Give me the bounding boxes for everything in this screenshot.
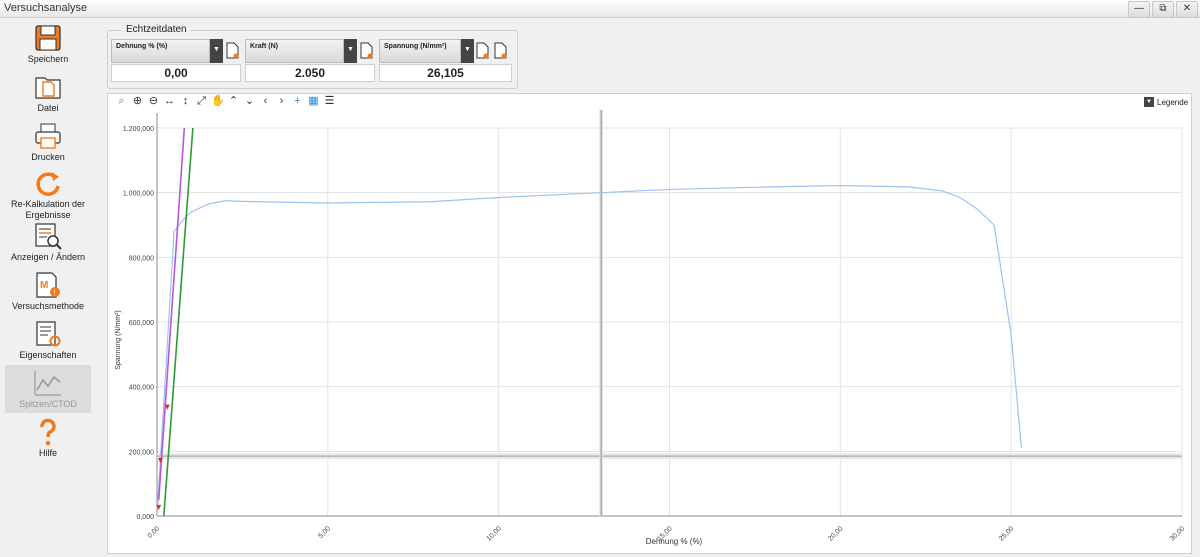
document-icon[interactable] <box>476 42 489 59</box>
save-icon <box>35 25 61 51</box>
sidebar-item-label: Hilfe <box>38 448 57 458</box>
x-axis-label: Dehnung % (%) <box>646 537 703 546</box>
zoom-in-icon[interactable]: ⊕ <box>131 95 144 108</box>
sidebar-item-label: Datei <box>37 103 59 113</box>
pan-icon[interactable]: ✋ <box>211 95 225 108</box>
recalc-icon <box>36 172 60 196</box>
zoom-out-icon[interactable]: ⊖ <box>147 95 160 108</box>
view-edit-icon <box>35 223 62 250</box>
help-icon <box>40 418 56 446</box>
scroll-left-icon[interactable]: ‹ <box>259 95 272 108</box>
legend-label: Legende <box>1157 97 1189 107</box>
crosshair-icon[interactable]: + <box>291 95 304 108</box>
y-tick-label: 400,000 <box>129 385 154 392</box>
document-icon[interactable] <box>360 42 373 59</box>
x-tick-label: 0,00 <box>147 525 162 540</box>
meter-dropdown-button[interactable]: ▼ <box>461 39 474 63</box>
zoom-icon[interactable]: ⌕ <box>115 95 128 108</box>
svg-text:M: M <box>40 280 48 291</box>
stress-strain-chart[interactable]: 0,00 5,00 10,00 15,00 20,00 25,00 30,000,00020… <box>107 110 1189 550</box>
file-icon <box>35 77 61 99</box>
svg-text:!: ! <box>54 289 56 298</box>
scroll-down-icon[interactable]: ⌄ <box>243 95 256 108</box>
meter-label: Spannung (N/mm²) <box>379 39 461 63</box>
y-tick-label: 600,000 <box>129 320 154 327</box>
minimize-button[interactable]: — <box>1128 1 1150 18</box>
list-icon[interactable]: ☰ <box>323 95 336 108</box>
meter-label: Dehnung % (%) <box>111 39 210 63</box>
sidebar-item-label: Spitzen/CTOD <box>19 399 77 409</box>
sidebar-item-spitzen-ctod[interactable]: Spitzen/CTOD <box>5 365 91 413</box>
sidebar: Speichern Datei Drucken Re-Kalkulation d… <box>0 18 96 557</box>
x-tick-label: 20,00 <box>827 525 844 542</box>
sidebar-item-label: Anzeigen / Ändern <box>10 252 86 262</box>
grid-icon[interactable]: ▦ <box>307 95 320 108</box>
sidebar-item-label: Drucken <box>31 152 65 162</box>
meter-dropdown-button[interactable]: ▼ <box>210 39 223 63</box>
y-tick-label: 200,000 <box>129 449 154 456</box>
fit-horizontal-icon[interactable]: ↔ <box>163 95 176 108</box>
meter-value: 2.050 <box>245 64 375 82</box>
series-line <box>157 127 186 500</box>
scroll-right-icon[interactable]: › <box>275 95 288 108</box>
document-icon[interactable] <box>226 42 239 59</box>
fit-vertical-icon[interactable]: ↕ <box>179 95 192 108</box>
x-tick-label: 30,00 <box>1169 525 1186 542</box>
fit-all-icon[interactable]: ⤢ <box>195 95 208 108</box>
title-bar: Versuchsanalyse — ⧉ ✕ <box>0 0 1200 18</box>
sidebar-item-anzeigen-aendern[interactable]: Anzeigen / Ändern <box>5 218 91 266</box>
sidebar-item-versuchsmethode[interactable]: M ! Versuchsmethode <box>5 267 91 315</box>
sidebar-item-rekalkulation[interactable]: Re-Kalkulation der Ergebnisse <box>5 165 91 220</box>
restore-button[interactable]: ⧉ <box>1152 1 1174 18</box>
document-icon[interactable] <box>494 42 507 59</box>
sidebar-item-label: Eigenschaften <box>19 350 77 360</box>
method-icon: M ! <box>36 272 60 298</box>
meter-dehnung: Dehnung % (%) ▼ 0,00 <box>111 39 241 83</box>
sidebar-item-drucken[interactable]: Drucken <box>5 118 91 166</box>
x-tick-label: 5,00 <box>317 525 332 540</box>
meter-spannung: Spannung (N/mm²) ▼ 26,105 <box>379 39 512 83</box>
meter-value: 26,105 <box>379 64 512 82</box>
sidebar-item-datei[interactable]: Datei <box>5 69 91 117</box>
sidebar-item-eigenschaften[interactable]: Eigenschaften <box>5 316 91 364</box>
close-button[interactable]: ✕ <box>1176 1 1198 18</box>
legend-button[interactable]: ▼ Legende <box>1144 97 1188 107</box>
chart-toolbar: ⌕ ⊕ ⊖ ↔ ↕ ⤢ ✋ ⌃ ⌄ ‹ › + ▦ ☰ <box>115 95 336 109</box>
window-title: Versuchsanalyse <box>4 2 88 14</box>
series-line <box>157 184 1023 516</box>
sidebar-item-label: Speichern <box>27 54 69 64</box>
sidebar-item-speichern[interactable]: Speichern <box>5 20 91 68</box>
meter-dropdown-button[interactable]: ▼ <box>344 39 357 63</box>
meter-kraft: Kraft (N) ▼ 2.050 <box>245 39 375 83</box>
meter-value: 0,00 <box>111 64 241 82</box>
properties-icon <box>36 321 61 347</box>
y-axis-label: Spannung (N/mm²) <box>115 310 122 370</box>
sidebar-item-hilfe[interactable]: Hilfe <box>5 414 91 462</box>
x-tick-label: 25,00 <box>998 525 1015 542</box>
y-tick-label: 1.000,000 <box>123 191 154 198</box>
sidebar-item-label: Versuchsmethode <box>11 301 85 311</box>
realtime-title: Echtzeitdaten <box>122 24 191 35</box>
print-icon <box>35 123 61 149</box>
y-tick-label: 800,000 <box>129 255 154 262</box>
y-tick-label: 1.200,000 <box>123 126 154 133</box>
y-tick-label: 0,000 <box>136 514 154 521</box>
meter-label: Kraft (N) <box>245 39 344 63</box>
scroll-up-icon[interactable]: ⌃ <box>227 95 240 108</box>
chevron-down-icon: ▼ <box>1144 97 1154 107</box>
peaks-icon <box>34 371 61 396</box>
x-tick-label: 10,00 <box>486 525 503 542</box>
